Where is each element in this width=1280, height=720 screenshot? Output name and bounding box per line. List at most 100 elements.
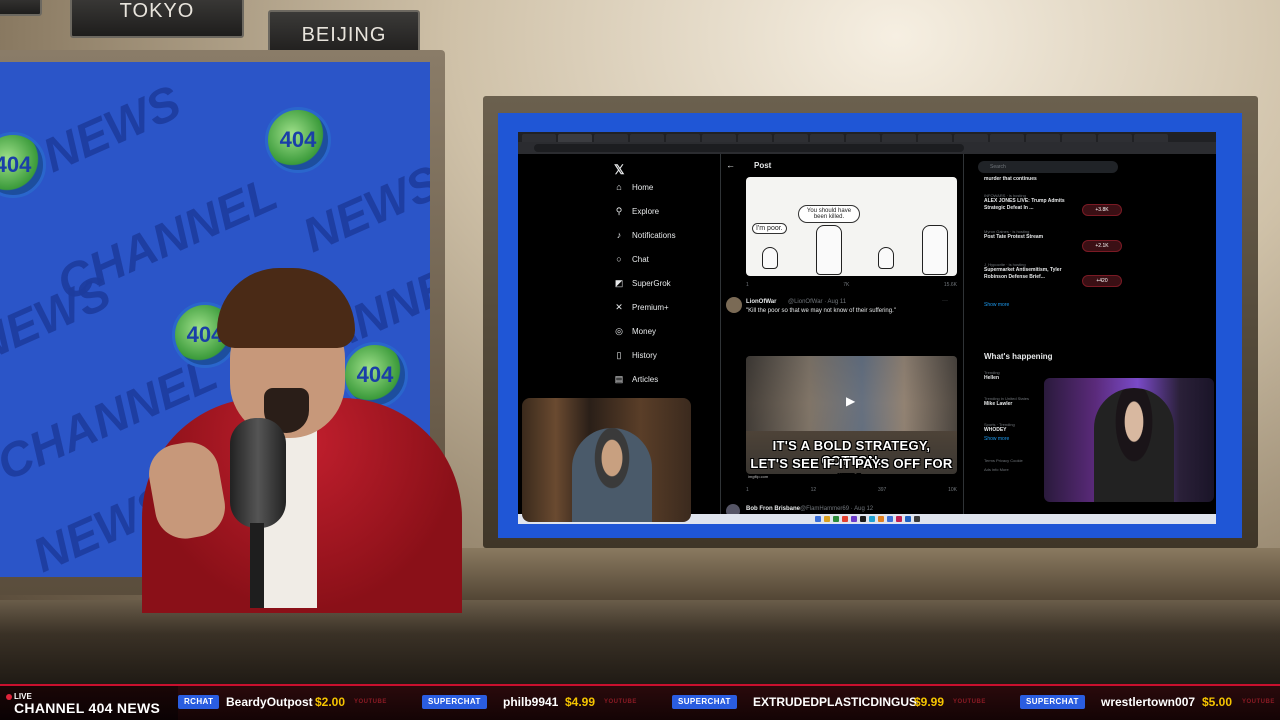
app-icon[interactable] <box>904 516 911 522</box>
browser-tab[interactable] <box>630 134 664 142</box>
app-icon[interactable] <box>913 516 920 522</box>
more-options-icon[interactable]: ··· <box>942 298 948 304</box>
nav-premium[interactable]: ✕ Premium+ <box>614 298 724 316</box>
footer-links[interactable]: Ads info More <box>984 467 1009 472</box>
nav-articles[interactable]: ▤ Articles <box>614 370 724 388</box>
trend-item[interactable]: murder that continues <box>984 176 1124 183</box>
browser-tab[interactable] <box>954 134 988 142</box>
reply-count[interactable]: 1 <box>746 282 749 292</box>
browser-tab[interactable] <box>738 134 772 142</box>
superchat-amount: $4.99 <box>565 695 596 709</box>
x-premium-icon: ✕ <box>615 302 623 312</box>
start-icon[interactable] <box>814 516 821 522</box>
nav-label: Articles <box>632 374 659 384</box>
superchat-user: EXTRUDEDPLASTICDINGUS <box>753 695 918 709</box>
app-icon[interactable] <box>859 516 866 522</box>
app-icon[interactable] <box>832 516 839 522</box>
browser-tab[interactable] <box>882 134 916 142</box>
address-bar[interactable] <box>534 144 964 152</box>
app-icon[interactable] <box>868 516 875 522</box>
superchat-source: YOUTUBE <box>604 699 637 705</box>
browser-tab[interactable] <box>666 134 700 142</box>
city-sign-tokyo: TOKYO <box>70 0 244 38</box>
superchat-tag: RCHAT <box>178 695 220 709</box>
browser-tab[interactable] <box>1134 134 1168 142</box>
superchat-amount: $2.00 <box>315 695 346 709</box>
browser-tab[interactable] <box>846 134 880 142</box>
folder-icon[interactable] <box>823 516 830 522</box>
guest-video <box>572 428 652 522</box>
show-more-link[interactable]: Show more <box>984 302 1009 308</box>
nav-label: SuperGrok <box>632 278 671 288</box>
superchat-source: YOUTUBE <box>354 699 387 705</box>
superchat-user: BeardyOutpost <box>226 695 313 709</box>
search-icon: ⚲ <box>615 206 623 216</box>
stream-scene: TOKYO BEIJING NEWS CHANNEL NEWS CHANNEL … <box>0 0 1280 720</box>
app-icon[interactable] <box>886 516 893 522</box>
browser-tab[interactable] <box>594 134 628 142</box>
nav-supergrok[interactable]: ◩ SuperGrok <box>614 274 724 292</box>
meme-video-bold-strategy[interactable]: ▶ IT'S A BOLD STRATEGY, COTTON. LET'S SE… <box>746 356 957 474</box>
webcam-guest-right <box>1044 378 1214 502</box>
bell-icon: ♪ <box>616 230 622 240</box>
footer-links[interactable]: Terms Privacy Cookie <box>984 458 1023 463</box>
author-name[interactable]: LionOfWar <box>746 299 776 305</box>
host-hair <box>217 268 355 348</box>
stick-figure <box>922 225 948 275</box>
browser-tab[interactable] <box>774 134 808 142</box>
studio-shelf <box>440 548 1280 608</box>
page-title: Post <box>754 161 772 170</box>
grok-icon: ◩ <box>614 278 624 288</box>
post-actions: 1 7K 15.6K <box>746 282 957 292</box>
bookmark-icon: ▯ <box>616 350 622 360</box>
show-more-link[interactable]: Show more <box>984 436 1009 442</box>
views-count[interactable]: 15.6K <box>944 282 957 292</box>
trend-count-badge[interactable]: +420 <box>1082 275 1122 287</box>
back-arrow-icon[interactable]: ← <box>726 160 735 170</box>
browser-tab[interactable] <box>558 134 592 142</box>
retweet-count[interactable]: 7K <box>843 282 849 292</box>
meme-caption: LET'S SEE IF IT PAYS OFF FOR 'EM. <box>750 456 953 474</box>
section-heading: What's happening <box>984 352 1053 361</box>
nav-chat[interactable]: ○ Chat <box>614 250 724 268</box>
bg-word: NEWS <box>295 156 430 263</box>
article-icon: ▤ <box>614 374 624 384</box>
browser-tab[interactable] <box>702 134 736 142</box>
superchat-source: YOUTUBE <box>1242 699 1275 705</box>
browser-tab[interactable] <box>522 134 556 142</box>
channel-404-logo: 404 <box>265 107 331 173</box>
search-input[interactable]: Search <box>978 161 1118 173</box>
trend-count-badge[interactable]: +3.8K <box>1082 204 1122 216</box>
browser-tab[interactable] <box>990 134 1024 142</box>
views-count[interactable]: 10K <box>948 487 957 497</box>
nav-home[interactable]: ⌂ Home <box>614 178 724 196</box>
reply-count[interactable]: 1 <box>746 487 749 497</box>
browser-tab[interactable] <box>810 134 844 142</box>
trend-count-badge[interactable]: +2.1K <box>1082 240 1122 252</box>
superchat-tag: SUPERCHAT <box>672 695 737 709</box>
app-icon[interactable] <box>877 516 884 522</box>
author-name[interactable]: Bob Fron Brisbane <box>746 506 800 512</box>
nav-history[interactable]: ▯ History <box>614 346 724 364</box>
webcam-guest-left <box>522 398 691 522</box>
browser-tab[interactable] <box>1098 134 1132 142</box>
browser-tab[interactable] <box>1062 134 1096 142</box>
meme-image-stick-figures[interactable]: You should have been killed. I'm poor. <box>746 177 957 276</box>
nav-explore[interactable]: ⚲ Explore <box>614 202 724 220</box>
nav-notifications[interactable]: ♪ Notifications <box>614 226 724 244</box>
avatar[interactable] <box>726 297 742 313</box>
x-logo-icon[interactable]: 𝕏 <box>614 162 624 178</box>
like-count[interactable]: 397 <box>878 487 886 497</box>
app-icon[interactable] <box>850 516 857 522</box>
superchat-amount: $9.99 <box>914 695 945 709</box>
retweet-count[interactable]: 12 <box>811 487 817 497</box>
app-icon[interactable] <box>895 516 902 522</box>
browser-tab[interactable] <box>918 134 952 142</box>
browser-icon[interactable] <box>841 516 848 522</box>
browser-tab[interactable] <box>1026 134 1060 142</box>
nav-money[interactable]: ◎ Money <box>614 322 724 340</box>
column-divider <box>963 154 964 514</box>
news-host <box>112 268 482 613</box>
speech-bubble: I'm poor. <box>752 223 787 234</box>
play-icon[interactable]: ▶ <box>846 394 855 408</box>
